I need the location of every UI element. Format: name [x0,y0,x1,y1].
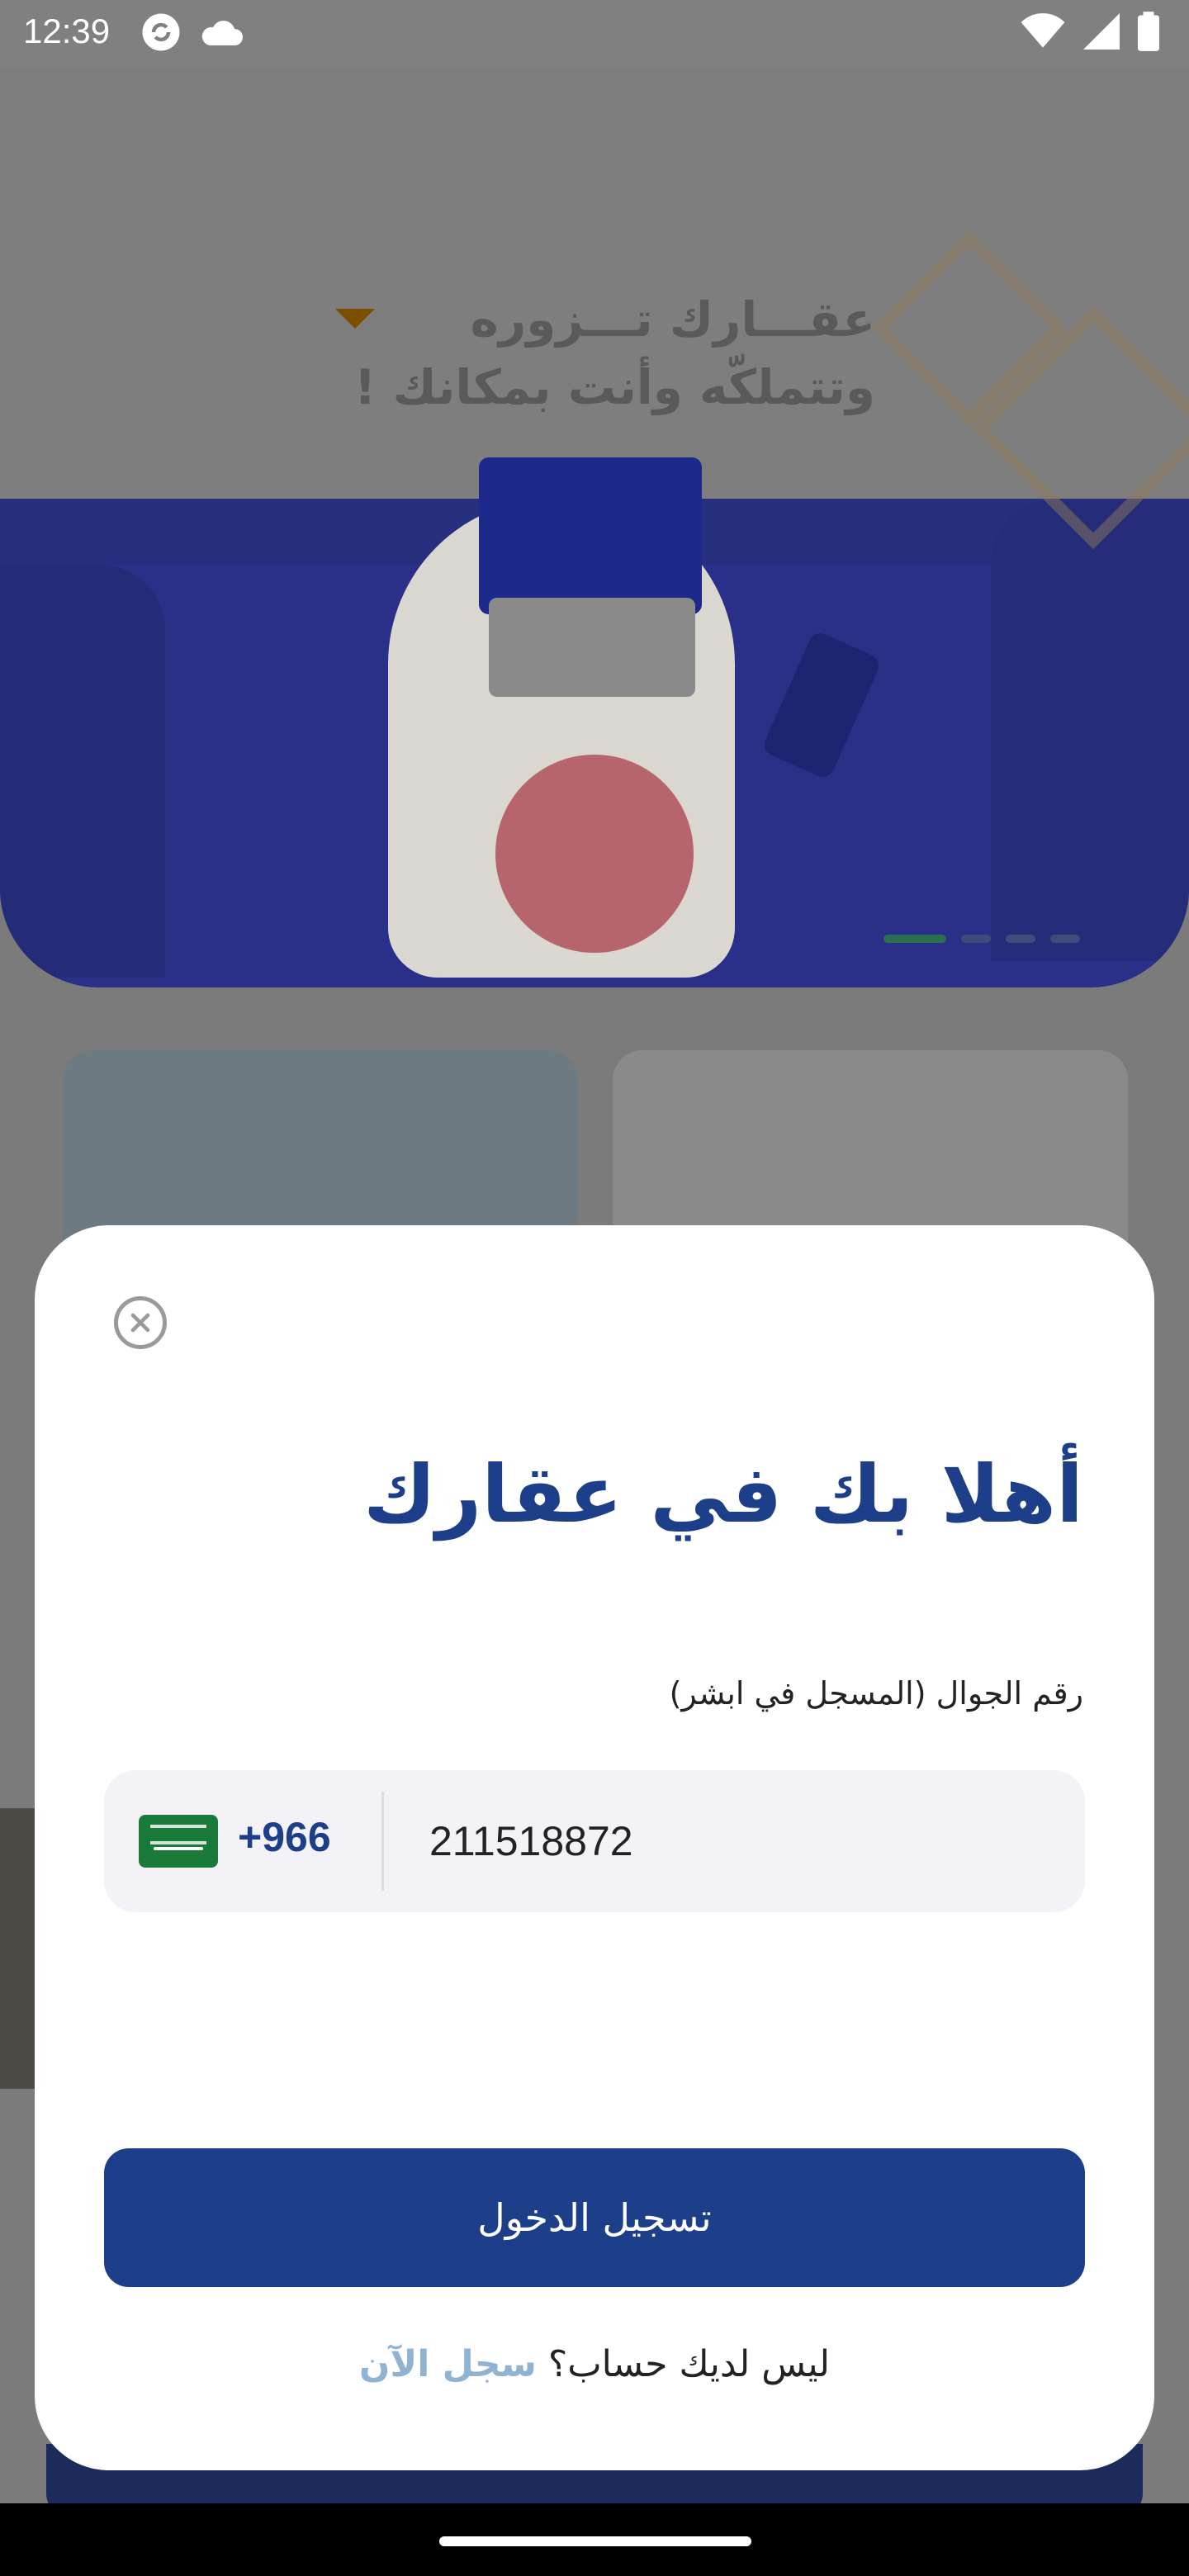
headscarf-illustration [495,755,694,953]
login-button[interactable]: تسجيل الدخول [104,2148,1085,2287]
cloud-icon [201,21,243,45]
status-time: 12:39 [23,12,111,50]
banner-headline-line2: وتتملكّه وأنت بمكانك ! [353,359,875,415]
welcome-title: أهلا بك في عقارك [362,1448,1083,1541]
laptop-illustration [479,457,702,614]
laptop-keyboard-illustration [489,598,695,697]
battery-icon [1138,12,1159,51]
carousel-dot[interactable] [961,935,991,943]
phone-input[interactable] [428,1803,1042,1879]
field-divider [381,1792,384,1891]
country-code[interactable]: +966 [238,1813,331,1861]
phone-field[interactable]: +966 [104,1770,1085,1912]
system-navigation-bar [0,2503,1189,2576]
sync-icon [142,13,180,51]
carousel-dot[interactable] [1006,935,1035,943]
phone-label: رقم الجوال (المسجل في ابشر) [669,1675,1083,1712]
signal-icon [1083,13,1120,50]
close-icon [130,1313,150,1333]
flag-sword [154,1847,203,1850]
signup-link[interactable]: سجل الآن [359,2343,537,2385]
home-indicator[interactable] [439,2536,751,2546]
signup-prompt: ليس لديك حساب؟ سجل الآن [35,2343,1154,2385]
wifi-icon [1021,13,1065,48]
carousel-dot[interactable] [1050,935,1080,943]
carousel-dot-active[interactable] [883,935,946,943]
status-bar: 12:39 [0,0,1189,69]
promo-banner[interactable]: عقـــارك تـــزوره وتتملكّه وأنت بمكانك ! [0,69,1189,987]
sofa-arm-right [991,499,1189,961]
saudi-flag-icon[interactable] [139,1815,218,1868]
flag-script [150,1825,206,1844]
status-icons-left [139,10,244,54]
heart-icon [335,309,375,329]
no-account-text: ليس لديك حساب؟ [547,2343,831,2385]
banner-headline-line1: عقـــارك تـــزوره [470,291,875,348]
sofa-arm-left [0,565,165,978]
close-button[interactable] [114,1296,167,1349]
status-icons-right [1021,12,1159,51]
banner-headline: عقـــارك تـــزوره وتتملكّه وأنت بمكانك ! [297,286,875,421]
login-sheet: أهلا بك في عقارك رقم الجوال (المسجل في ا… [35,1225,1154,2470]
carousel-dots [883,935,1080,943]
